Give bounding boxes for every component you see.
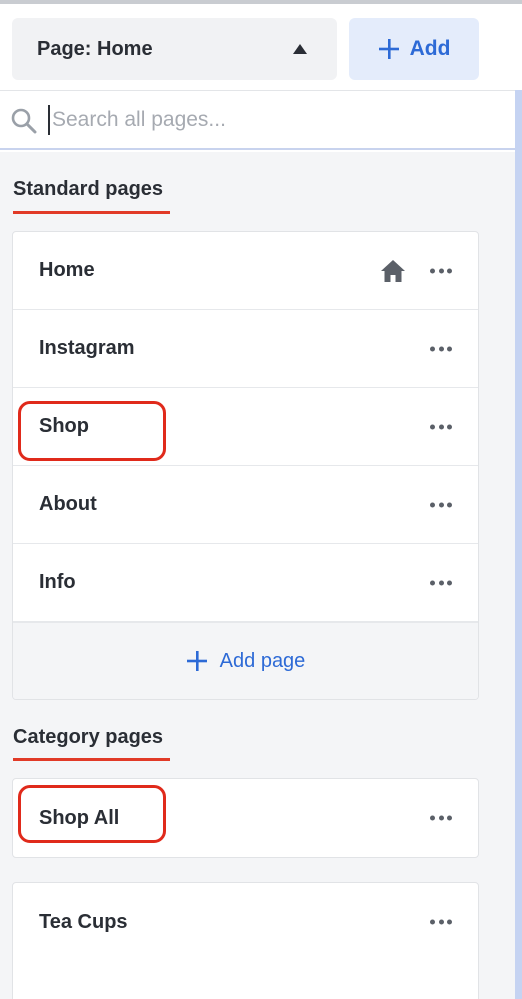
- category-pages-list: Shop All: [12, 778, 479, 858]
- pages-panel: Standard pages Home Instagram Shop About…: [0, 152, 515, 999]
- page-row-home[interactable]: Home: [13, 232, 478, 310]
- home-icon: [381, 259, 405, 282]
- category-pages-title: Category pages: [13, 726, 164, 748]
- add-page-button[interactable]: Add page: [13, 622, 478, 699]
- page-row-info[interactable]: Info: [13, 544, 478, 622]
- add-button-label: Add: [409, 37, 451, 60]
- page-row-instagram[interactable]: Instagram: [13, 310, 478, 388]
- page-row-label: About: [39, 493, 97, 515]
- more-options-icon[interactable]: [430, 919, 452, 925]
- page-header: Page: Home Add: [0, 4, 522, 90]
- plus-icon: [186, 651, 207, 671]
- more-options-icon[interactable]: [430, 424, 452, 429]
- more-options-icon[interactable]: [430, 268, 452, 273]
- add-button[interactable]: Add: [349, 18, 479, 80]
- page-selector-label: Page: Home: [37, 37, 153, 60]
- more-options-icon[interactable]: [430, 346, 452, 351]
- page-row-label: Home: [39, 259, 95, 281]
- category-pages-list-continued: Tea Cups: [12, 882, 479, 999]
- caret-up-icon: [293, 44, 307, 54]
- page-row-shop-all[interactable]: Shop All: [13, 779, 478, 857]
- page-row-label: Instagram: [39, 337, 135, 359]
- search-bar: [0, 90, 517, 150]
- standard-pages-list: Home Instagram Shop About Info Add page: [12, 231, 479, 700]
- page-row-about[interactable]: About: [13, 466, 478, 544]
- page-row-label: Shop All: [39, 806, 120, 829]
- search-icon: [11, 108, 37, 134]
- more-options-icon[interactable]: [430, 815, 452, 821]
- page-row-label: Info: [39, 571, 76, 593]
- category-pages-underline: [13, 758, 170, 761]
- page-row-shop[interactable]: Shop: [13, 388, 478, 466]
- page-row-tea-cups[interactable]: Tea Cups: [13, 883, 478, 961]
- standard-pages-underline: [13, 211, 170, 214]
- search-input[interactable]: [48, 105, 468, 135]
- standard-pages-title: Standard pages: [13, 178, 164, 200]
- more-options-icon[interactable]: [430, 580, 452, 585]
- more-options-icon[interactable]: [430, 502, 452, 507]
- plus-icon: [378, 39, 399, 59]
- page-row-label: Shop: [39, 415, 89, 437]
- add-page-label: Add page: [219, 649, 306, 672]
- scrollbar[interactable]: [515, 90, 522, 999]
- page-row-label: Tea Cups: [39, 910, 128, 933]
- page-selector-dropdown[interactable]: Page: Home: [12, 18, 337, 80]
